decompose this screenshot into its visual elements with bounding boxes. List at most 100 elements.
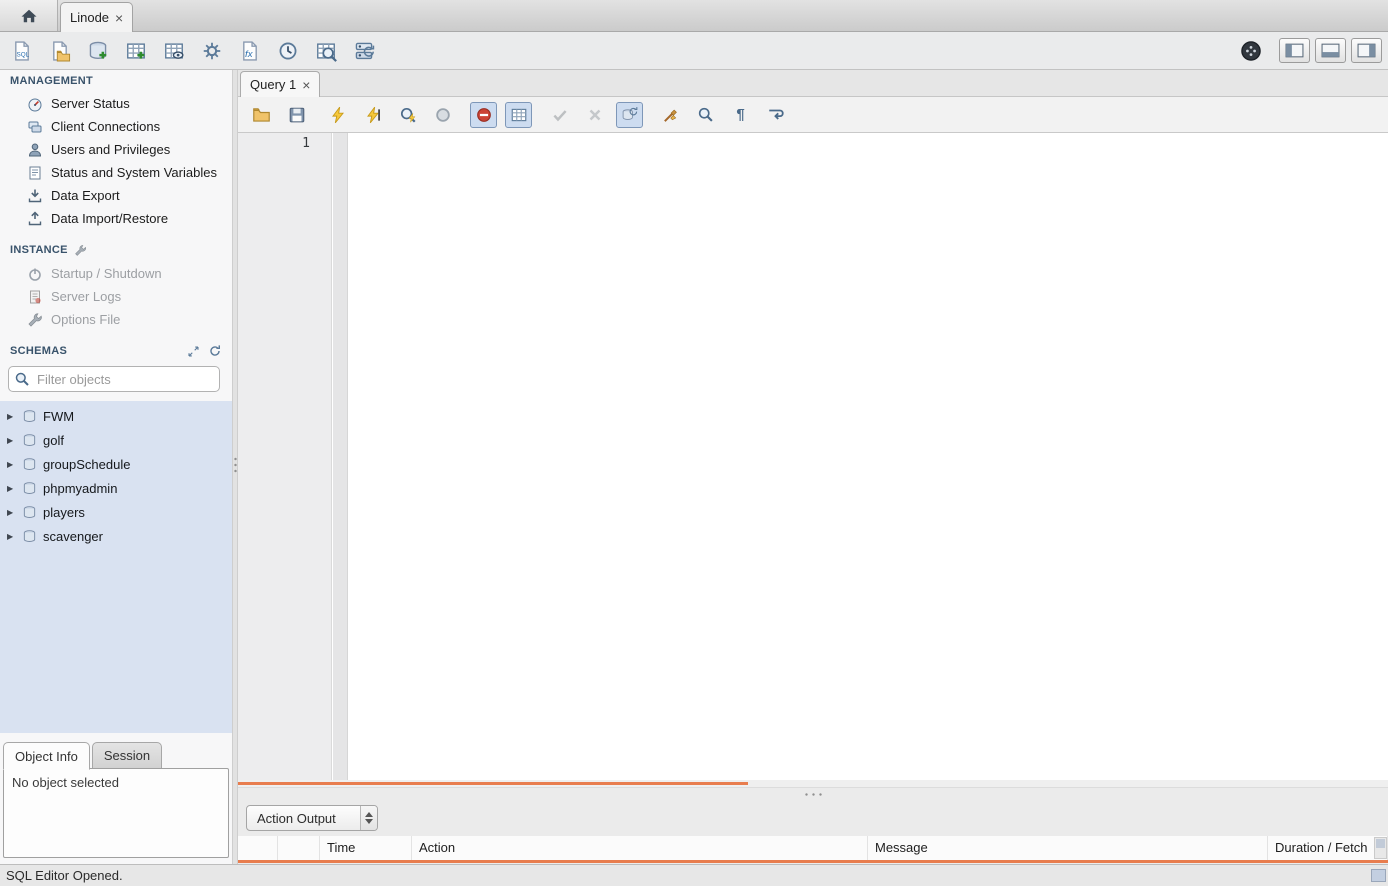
- new-procedure-icon: [201, 40, 223, 62]
- sidebar-item-server-status[interactable]: Server Status: [0, 92, 232, 115]
- expand-schemas-icon[interactable]: [187, 345, 200, 358]
- toggle-autocommit-button[interactable]: [616, 102, 643, 128]
- expander-icon[interactable]: ▶: [7, 412, 16, 421]
- new-schema-button[interactable]: [82, 37, 113, 65]
- toggle-left-sidebar-button[interactable]: [1279, 38, 1310, 63]
- line-number-gutter: 1: [238, 133, 332, 780]
- new-function-button[interactable]: fx: [234, 37, 265, 65]
- new-function-icon: fx: [239, 40, 261, 62]
- schema-item-scavenger[interactable]: ▶ scavenger: [0, 524, 232, 548]
- tab-label: Session: [104, 748, 150, 763]
- sidebar-item-label: Options File: [51, 312, 120, 327]
- commit-button[interactable]: [546, 102, 573, 128]
- schemas-section-header: SCHEMAS: [10, 343, 222, 359]
- search-table-data-button[interactable]: [310, 37, 341, 65]
- close-icon[interactable]: ×: [115, 11, 123, 25]
- sidebar-item-client-connections[interactable]: Client Connections: [0, 115, 232, 138]
- database-icon: [22, 529, 37, 544]
- query-tab[interactable]: Query 1 ×: [240, 71, 320, 97]
- expander-icon[interactable]: ▶: [7, 508, 16, 517]
- output-splitter[interactable]: [238, 787, 1388, 800]
- sidebar-item-options-file[interactable]: Options File: [0, 308, 232, 331]
- save-script-button[interactable]: [283, 102, 310, 128]
- database-icon: [22, 457, 37, 472]
- schema-item-players[interactable]: ▶ players: [0, 500, 232, 524]
- system-variables-icon: [27, 165, 43, 181]
- new-table-button[interactable]: [120, 37, 151, 65]
- arrow-down-icon: [365, 819, 373, 824]
- output-view-selector[interactable]: Action Output: [246, 805, 378, 831]
- schema-item-label: golf: [43, 433, 64, 448]
- sidebar-item-label: Startup / Shutdown: [51, 266, 162, 281]
- schema-item-groupschedule[interactable]: ▶ groupSchedule: [0, 452, 232, 476]
- beautify-button[interactable]: [657, 102, 684, 128]
- new-procedure-button[interactable]: [196, 37, 227, 65]
- explain-button[interactable]: [394, 102, 421, 128]
- expander-icon[interactable]: ▶: [7, 532, 16, 541]
- limit-rows-icon: [510, 106, 528, 124]
- tab-session[interactable]: Session: [92, 742, 162, 769]
- toggle-output-panel-button[interactable]: [1315, 38, 1346, 63]
- commit-icon: [551, 106, 569, 124]
- arrow-up-icon: [365, 812, 373, 817]
- limit-rows-button[interactable]: [505, 102, 532, 128]
- new-view-button[interactable]: [158, 37, 189, 65]
- resize-grip[interactable]: [1371, 869, 1386, 882]
- home-tab[interactable]: [0, 0, 58, 31]
- status-message: SQL Editor Opened.: [6, 868, 123, 883]
- sidebar-item-status-system-variables[interactable]: Status and System Variables: [0, 161, 232, 184]
- data-import-icon: [27, 211, 43, 227]
- find-icon: [697, 106, 714, 123]
- new-event-icon: [277, 40, 299, 62]
- close-icon[interactable]: ×: [302, 78, 310, 92]
- execute-button[interactable]: [324, 102, 351, 128]
- status-bar: SQL Editor Opened.: [0, 864, 1388, 886]
- splitter-handle-icon: [803, 793, 824, 796]
- code-area[interactable]: [349, 133, 1388, 780]
- schema-tree: ▶ FWM ▶ golf ▶ groupSchedule ▶ phpmyadmi…: [0, 401, 232, 733]
- query-tab-bar: Query 1 ×: [238, 70, 1388, 97]
- sidebar-item-server-logs[interactable]: Server Logs: [0, 285, 232, 308]
- sidebar-item-users-privileges[interactable]: Users and Privileges: [0, 138, 232, 161]
- toggle-stop-on-error-button[interactable]: [470, 102, 497, 128]
- scrollbar-thumb[interactable]: [238, 782, 748, 785]
- new-event-button[interactable]: [272, 37, 303, 65]
- open-sql-script-button[interactable]: [44, 37, 75, 65]
- management-section-header: MANAGEMENT: [10, 73, 93, 89]
- stepper-icon[interactable]: [360, 806, 377, 830]
- toggle-output-panel-icon: [1321, 43, 1340, 58]
- expander-icon[interactable]: ▶: [7, 436, 16, 445]
- schema-item-fwm[interactable]: ▶ FWM: [0, 404, 232, 428]
- mysql-workbench-window: Linode × SQL fx: [0, 0, 1388, 886]
- reconnect-dbms-button[interactable]: [348, 37, 379, 65]
- sidebar-item-data-export[interactable]: Data Export: [0, 184, 232, 207]
- connection-tab[interactable]: Linode ×: [60, 2, 133, 32]
- rollback-button[interactable]: [581, 102, 608, 128]
- open-script-button[interactable]: [248, 102, 275, 128]
- schema-filter-input[interactable]: [8, 366, 220, 392]
- tab-object-info[interactable]: Object Info: [3, 742, 90, 770]
- expander-icon[interactable]: ▶: [7, 460, 16, 469]
- column-header-index: [278, 836, 320, 860]
- execute-current-button[interactable]: [359, 102, 386, 128]
- refresh-schemas-icon[interactable]: [208, 344, 222, 358]
- sidebar-item-startup-shutdown[interactable]: Startup / Shutdown: [0, 262, 232, 285]
- new-sql-tab-button[interactable]: SQL: [6, 37, 37, 65]
- home-icon: [19, 6, 39, 26]
- wrap-text-button[interactable]: [762, 102, 789, 128]
- find-button[interactable]: [692, 102, 719, 128]
- execute-icon: [329, 106, 347, 124]
- user-icon: [27, 142, 43, 158]
- server-status-icon: [27, 96, 43, 112]
- expander-icon[interactable]: ▶: [7, 484, 16, 493]
- stop-button[interactable]: [429, 102, 456, 128]
- output-scrollbar[interactable]: [1374, 837, 1387, 859]
- invisible-characters-button[interactable]: ¶: [727, 102, 754, 128]
- schema-item-phpmyadmin[interactable]: ▶ phpmyadmin: [0, 476, 232, 500]
- toggle-right-sidebar-button[interactable]: [1351, 38, 1382, 63]
- schema-item-golf[interactable]: ▶ golf: [0, 428, 232, 452]
- connection-tab-label: Linode: [70, 10, 109, 25]
- schema-filter: [8, 366, 220, 392]
- sidebar-item-data-import-restore[interactable]: Data Import/Restore: [0, 207, 232, 230]
- scrollbar-thumb: [1376, 839, 1385, 848]
